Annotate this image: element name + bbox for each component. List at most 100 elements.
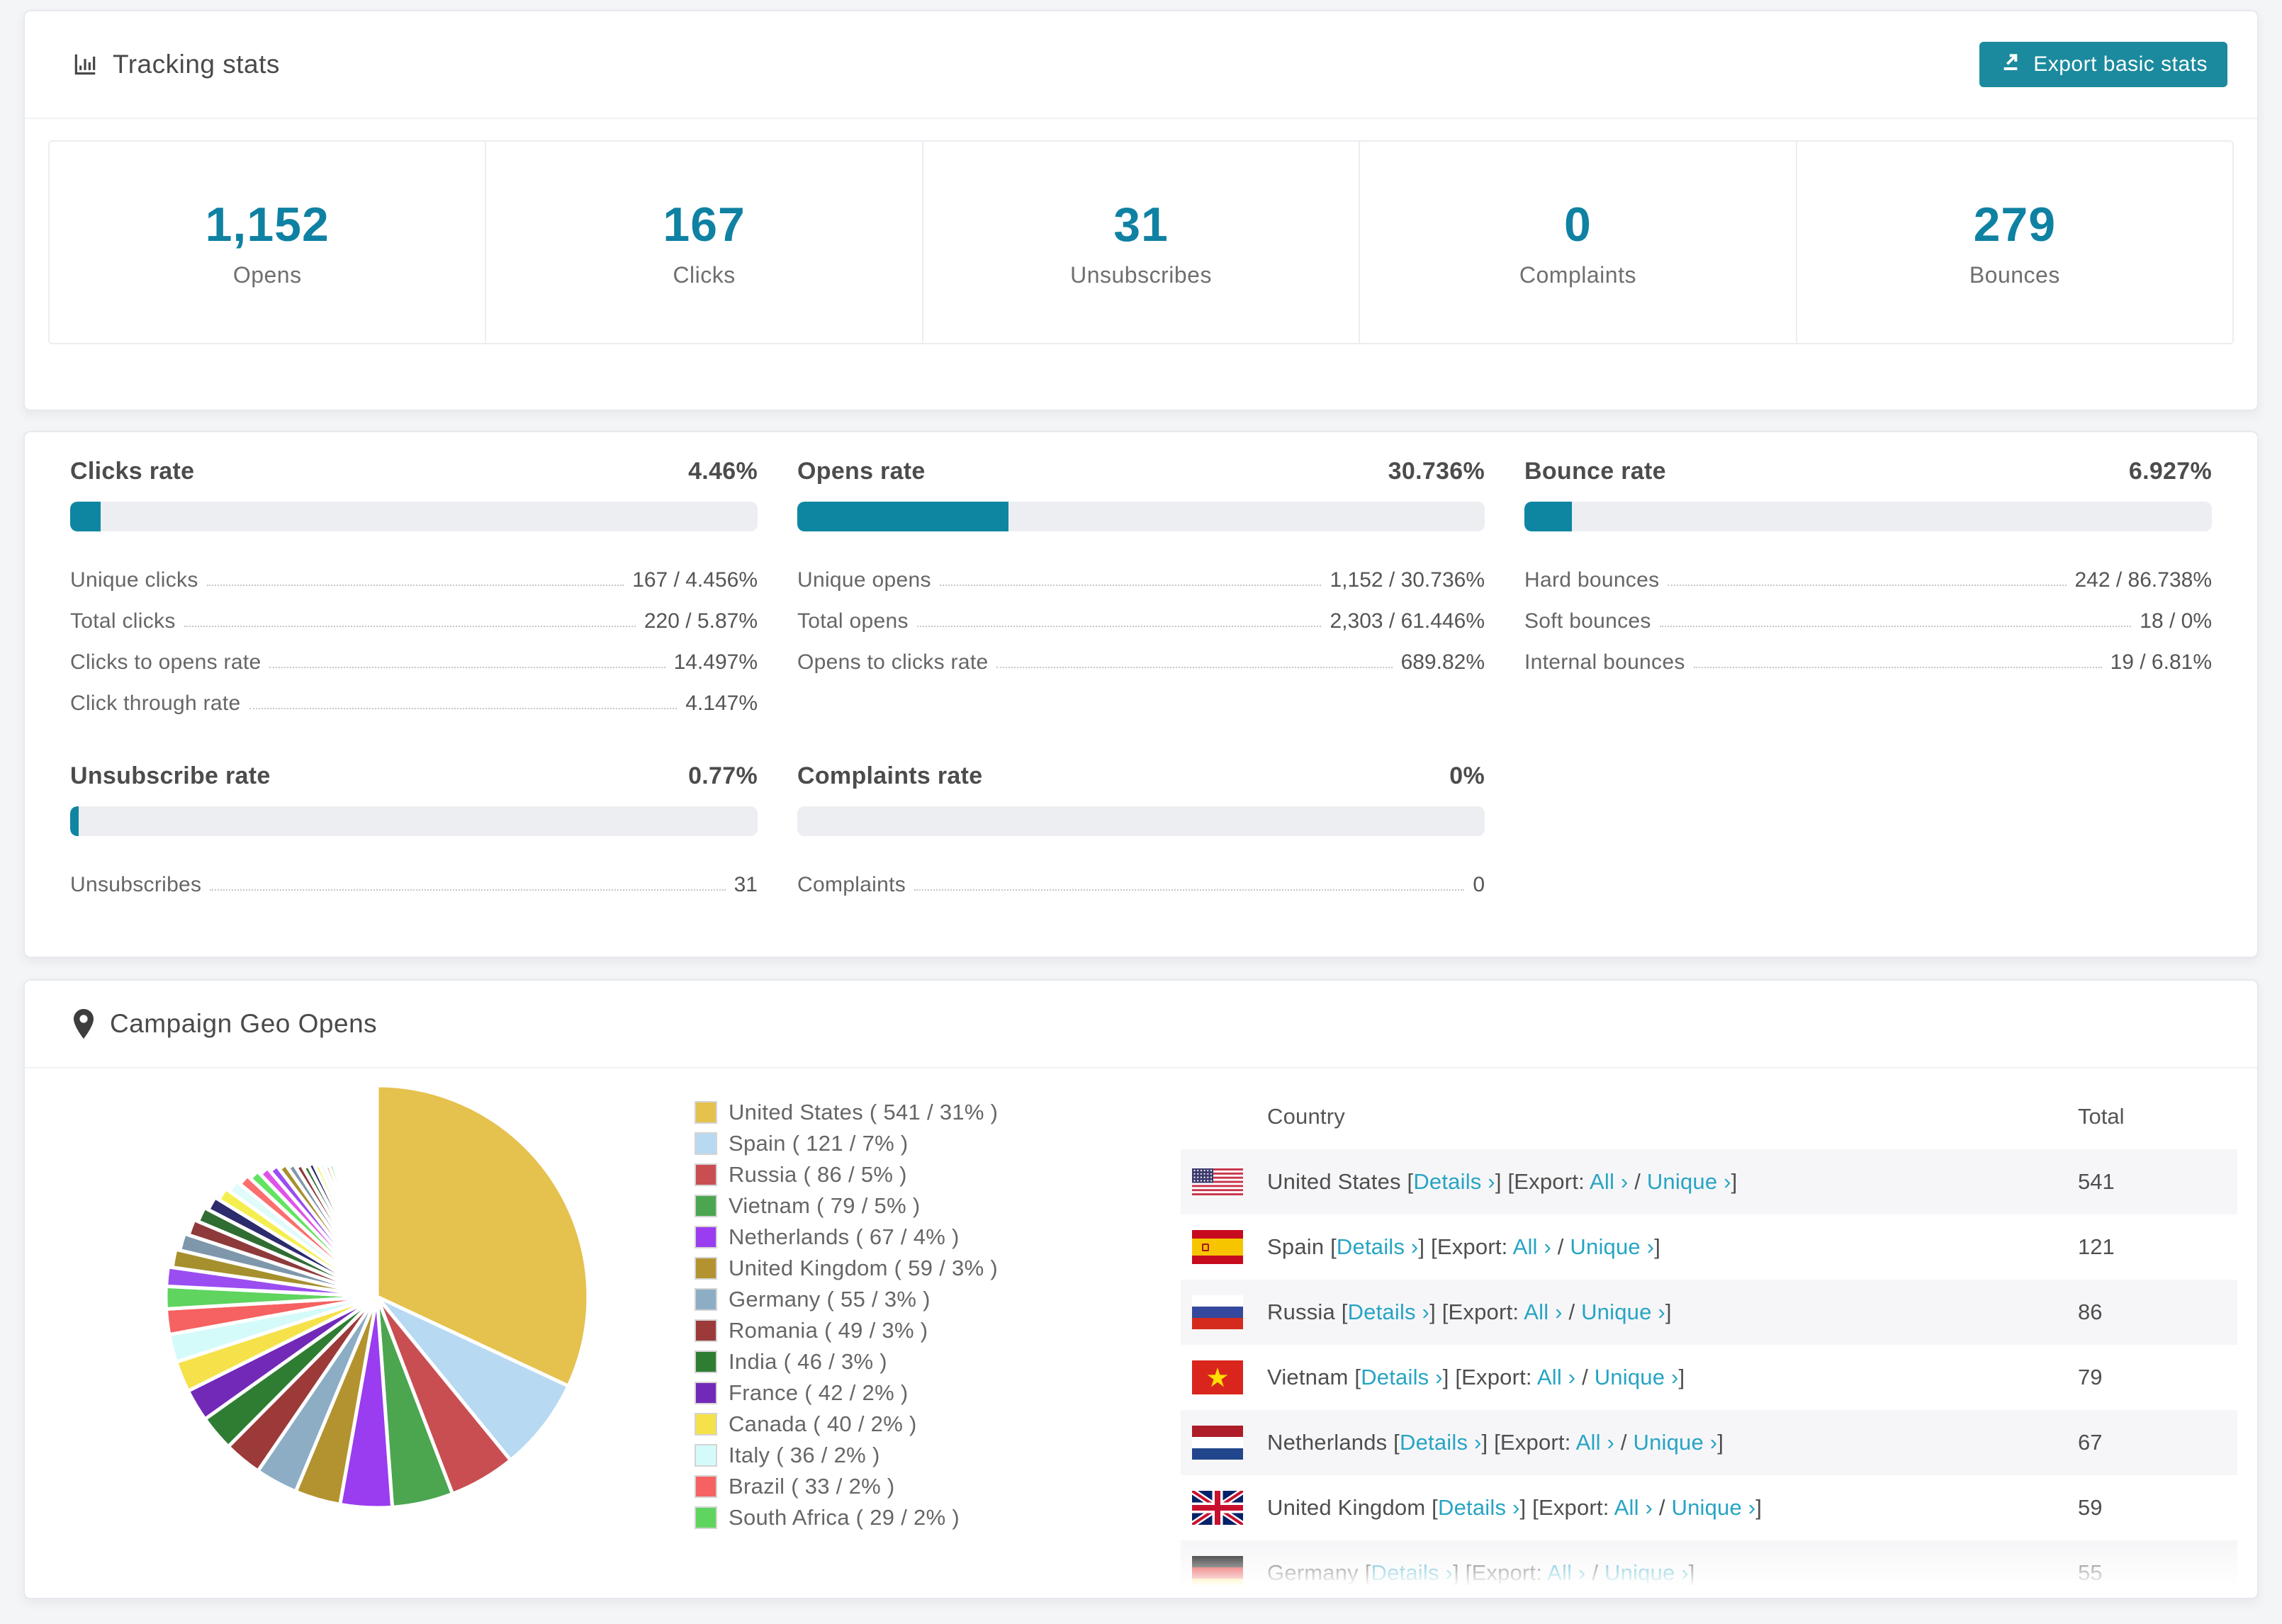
- geo-total-cell: 121: [2078, 1234, 2115, 1259]
- rate-detail-value: 167 / 4.456%: [632, 568, 758, 592]
- geo-pie-svg: [164, 1083, 590, 1510]
- legend-item-netherlands[interactable]: Netherlands ( 67 / 4% ): [695, 1222, 1120, 1253]
- stat-label: Bounces: [1969, 261, 2060, 288]
- geo-total-cell: 541: [2078, 1169, 2115, 1194]
- export-unique-link-netherlands[interactable]: Unique ›: [1633, 1430, 1717, 1455]
- legend-item-brazil[interactable]: Brazil ( 33 / 2% ): [695, 1471, 1120, 1502]
- rate-value: 30.736%: [1388, 458, 1485, 485]
- rate-head: Complaints rate 0%: [797, 762, 1485, 795]
- export-all-link-spain[interactable]: All ›: [1513, 1234, 1551, 1259]
- legend-item-russia[interactable]: Russia ( 86 / 5% ): [695, 1159, 1120, 1190]
- export-unique-link-united-kingdom[interactable]: Unique ›: [1672, 1495, 1756, 1520]
- dotted-leader: [210, 889, 726, 891]
- export-unique-link-russia[interactable]: Unique ›: [1581, 1299, 1665, 1324]
- stat-value: 0: [1564, 197, 1592, 252]
- legend-label: Germany ( 55 / 3% ): [729, 1287, 931, 1312]
- rate-rows: Unique opens 1,152 / 30.736% Total opens 2,…: [797, 551, 1485, 675]
- rate-detail-value: 0: [1473, 873, 1485, 896]
- legend-item-germany[interactable]: Germany ( 55 / 3% ): [695, 1284, 1120, 1315]
- rate-detail-value: 31: [734, 873, 758, 896]
- legend-item-india[interactable]: India ( 46 / 3% ): [695, 1346, 1120, 1377]
- dotted-leader: [939, 585, 1322, 586]
- legend-swatch: [695, 1382, 717, 1404]
- legend-swatch: [695, 1163, 717, 1186]
- export-all-link-germany[interactable]: All ›: [1547, 1560, 1585, 1585]
- rate-block-unsubscribe-rate: Unsubscribe rate 0.77% Unsubscribes 31: [70, 762, 758, 897]
- legend-label: Romania ( 49 / 3% ): [729, 1318, 928, 1343]
- legend-item-vietnam[interactable]: Vietnam ( 79 / 5% ): [695, 1190, 1120, 1222]
- legend-item-united-kingdom[interactable]: United Kingdom ( 59 / 3% ): [695, 1253, 1120, 1284]
- stat-label: Clicks: [673, 261, 736, 288]
- legend-item-spain[interactable]: Spain ( 121 / 7% ): [695, 1128, 1120, 1159]
- stat-value: 1,152: [205, 197, 330, 252]
- legend-item-united-states[interactable]: United States ( 541 / 31% ): [695, 1097, 1120, 1128]
- rate-value: 0%: [1449, 762, 1485, 789]
- export-basic-stats-button[interactable]: Export basic stats: [1979, 42, 2227, 87]
- rate-detail-value: 1,152 / 30.736%: [1330, 568, 1485, 592]
- rate-detail-value: 242 / 86.738%: [2074, 568, 2213, 592]
- rate-block-bounce-rate: Bounce rate 6.927% Hard bounces 242 / 86.73…: [1524, 458, 2212, 716]
- geo-table-row-spain: Spain [Details ›] [Export: All › / Uniqu…: [1181, 1214, 2237, 1280]
- stat-card-bounces: 279 Bounces: [1795, 142, 2232, 343]
- progress-bar-fill: [70, 806, 79, 836]
- map-pin-icon: [72, 1009, 96, 1039]
- details-link-russia[interactable]: Details ›: [1348, 1299, 1430, 1324]
- legend-swatch: [695, 1444, 717, 1467]
- legend-item-romania[interactable]: Romania ( 49 / 3% ): [695, 1315, 1120, 1346]
- legend-swatch: [695, 1226, 717, 1248]
- export-all-link-russia[interactable]: All ›: [1524, 1299, 1562, 1324]
- rate-head: Opens rate 30.736%: [797, 458, 1485, 490]
- geo-table-header-row: Country Total: [1181, 1084, 2237, 1149]
- legend-item-canada[interactable]: Canada ( 40 / 2% ): [695, 1409, 1120, 1440]
- rate-detail-row: Total opens 2,303 / 61.446%: [797, 592, 1485, 633]
- legend-label: South Africa ( 29 / 2% ): [729, 1505, 960, 1530]
- legend-swatch: [695, 1319, 717, 1342]
- rate-detail-label: Unsubscribes: [70, 873, 202, 896]
- export-unique-link-spain[interactable]: Unique ›: [1570, 1234, 1654, 1259]
- legend-item-france[interactable]: France ( 42 / 2% ): [695, 1377, 1120, 1409]
- details-link-netherlands[interactable]: Details ›: [1400, 1430, 1482, 1455]
- progress-bar-fill: [797, 502, 1009, 531]
- legend-label: India ( 46 / 3% ): [729, 1349, 887, 1374]
- rate-detail-row: Click through rate 4.147%: [70, 675, 758, 716]
- dotted-leader: [1693, 667, 2102, 668]
- details-link-vietnam[interactable]: Details ›: [1361, 1365, 1443, 1389]
- rate-detail-row: Opens to clicks rate 689.82%: [797, 633, 1485, 675]
- legend-swatch: [695, 1288, 717, 1311]
- export-all-link-united-states[interactable]: All ›: [1590, 1169, 1628, 1194]
- stats-row: 1,152 Opens 167 Clicks 31 Unsubscribes 0 Compla…: [48, 140, 2234, 344]
- ru-flag-icon: [1192, 1295, 1243, 1329]
- legend-label: Vietnam ( 79 / 5% ): [729, 1193, 921, 1218]
- legend-item-south-africa[interactable]: South Africa ( 29 / 2% ): [695, 1502, 1120, 1533]
- legend-swatch: [695, 1350, 717, 1373]
- tracking-stats-header: Tracking stats Export basic stats: [25, 11, 2257, 119]
- export-unique-link-united-states[interactable]: Unique ›: [1647, 1169, 1731, 1194]
- export-all-link-united-kingdom[interactable]: All ›: [1614, 1495, 1653, 1520]
- progress-bar-complaints-rate: [797, 806, 1485, 836]
- rate-detail-value: 18 / 0%: [2140, 609, 2212, 633]
- legend-swatch: [695, 1101, 717, 1124]
- export-all-link-vietnam[interactable]: All ›: [1537, 1365, 1575, 1389]
- de-flag-icon: [1192, 1556, 1243, 1590]
- tracking-stats-title-text: Tracking stats: [113, 50, 280, 79]
- legend-swatch: [695, 1413, 717, 1436]
- details-link-united-kingdom[interactable]: Details ›: [1438, 1495, 1520, 1520]
- rate-detail-value: 220 / 5.87%: [643, 609, 758, 633]
- legend-swatch: [695, 1475, 717, 1498]
- export-unique-link-vietnam[interactable]: Unique ›: [1595, 1365, 1679, 1389]
- details-link-united-states[interactable]: Details ›: [1413, 1169, 1495, 1194]
- geo-table-header-country: Country: [1267, 1104, 1345, 1129]
- export-all-link-netherlands[interactable]: All ›: [1576, 1430, 1614, 1455]
- export-unique-link-germany[interactable]: Unique ›: [1604, 1560, 1689, 1585]
- legend-item-italy[interactable]: Italy ( 36 / 2% ): [695, 1440, 1120, 1471]
- geo-table-row-germany: Germany [Details ›] [Export: All › / Uni…: [1181, 1540, 2237, 1598]
- es-flag-icon: [1192, 1230, 1243, 1264]
- stat-label: Complaints: [1519, 261, 1636, 288]
- rate-detail-label: Total opens: [797, 609, 909, 633]
- details-link-spain[interactable]: Details ›: [1337, 1234, 1419, 1259]
- legend-swatch: [695, 1132, 717, 1155]
- details-link-germany[interactable]: Details ›: [1371, 1560, 1454, 1585]
- campaign-stats-page: { "accent_color": "#0f81a2", "button_col…: [0, 0, 2282, 1624]
- geo-table-row-united-states: United States [Details ›] [Export: All ›…: [1181, 1149, 2237, 1214]
- rate-detail-value: 4.147%: [685, 692, 758, 715]
